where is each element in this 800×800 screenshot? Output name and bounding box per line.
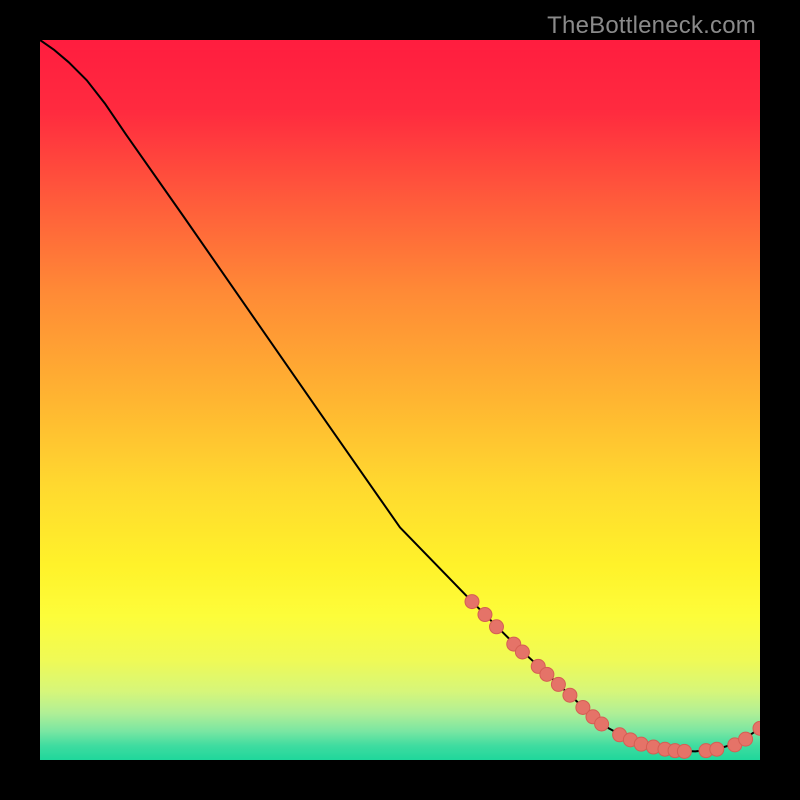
curve-marker [739, 732, 753, 746]
curve-marker [634, 737, 648, 751]
curve-marker [515, 645, 529, 659]
curve-marker [551, 677, 565, 691]
bottleneck-curve [40, 40, 760, 751]
curve-marker [595, 717, 609, 731]
curve-markers [465, 595, 760, 759]
plot-area [40, 40, 760, 760]
curve-marker [540, 667, 554, 681]
curve-marker [465, 595, 479, 609]
curve-marker [710, 742, 724, 756]
chart-svg [40, 40, 760, 760]
curve-marker [677, 744, 691, 758]
chart-stage: TheBottleneck.com [0, 0, 800, 800]
curve-marker [478, 608, 492, 622]
watermark-text: TheBottleneck.com [547, 12, 756, 40]
curve-marker [489, 620, 503, 634]
curve-marker [563, 688, 577, 702]
